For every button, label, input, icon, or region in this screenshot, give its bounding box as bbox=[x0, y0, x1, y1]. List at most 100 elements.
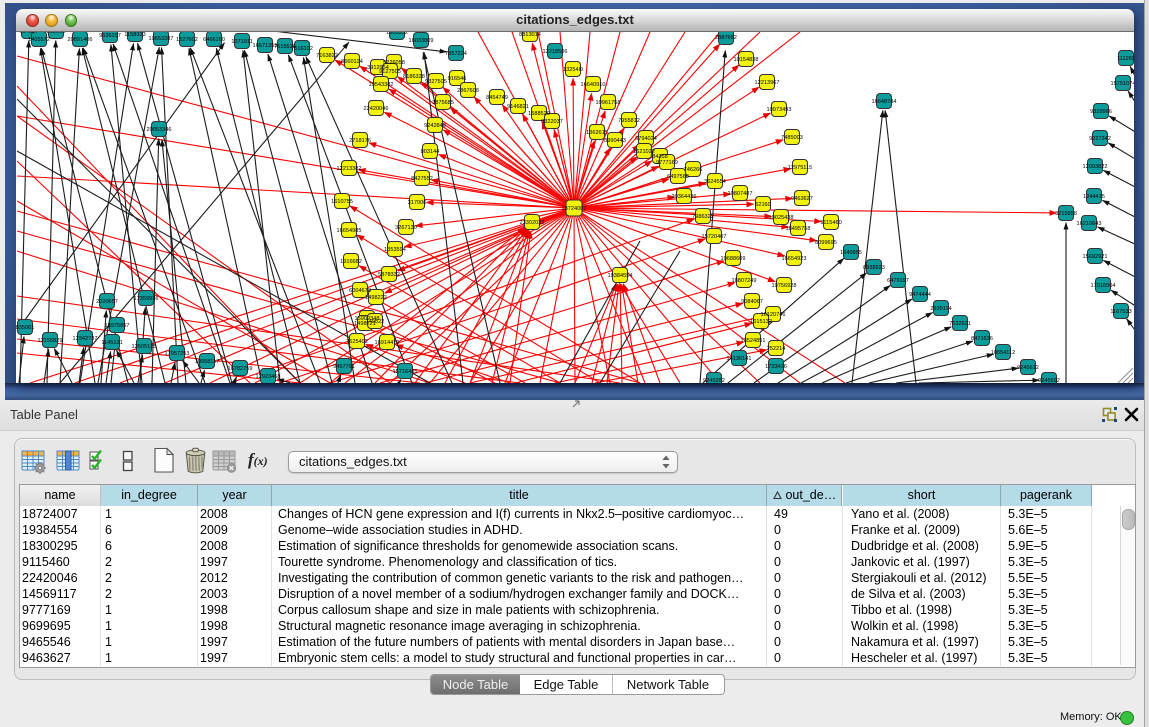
svg-text:1640955: 1640955 bbox=[840, 250, 862, 256]
svg-text:17957253: 17957253 bbox=[165, 351, 190, 357]
svg-text:18724007: 18724007 bbox=[562, 206, 587, 212]
svg-text:2887682: 2887682 bbox=[715, 35, 737, 41]
svg-text:15751074: 15751074 bbox=[1111, 81, 1134, 87]
svg-text:9146821: 9146821 bbox=[507, 104, 529, 110]
svg-text:6794024: 6794024 bbox=[635, 136, 657, 142]
svg-text:15692921: 15692921 bbox=[1083, 254, 1108, 260]
svg-text:16648784: 16648784 bbox=[872, 99, 897, 105]
svg-text:62160: 62160 bbox=[755, 202, 771, 208]
svg-text:317006: 317006 bbox=[408, 200, 427, 206]
svg-text:1405572: 1405572 bbox=[28, 37, 50, 43]
svg-text:10154838: 10154838 bbox=[734, 57, 759, 63]
svg-text:7625402: 7625402 bbox=[346, 339, 368, 345]
svg-text:2718176: 2718176 bbox=[349, 138, 371, 144]
svg-text:9777169: 9777169 bbox=[656, 160, 678, 166]
svg-text:9127505: 9127505 bbox=[379, 69, 401, 75]
svg-text:7632621: 7632621 bbox=[949, 321, 971, 327]
svg-text:16914479: 16914479 bbox=[375, 340, 400, 346]
svg-text:10807487: 10807487 bbox=[728, 191, 753, 197]
svg-text:12342737: 12342737 bbox=[73, 336, 98, 342]
svg-text:9242848: 9242848 bbox=[424, 123, 446, 129]
svg-text:8471636: 8471636 bbox=[971, 336, 993, 342]
svg-text:8322037: 8322037 bbox=[541, 119, 563, 125]
svg-text:9227342: 9227342 bbox=[1089, 136, 1111, 142]
svg-text:2020657: 2020657 bbox=[96, 299, 118, 305]
svg-text:12093822: 12093822 bbox=[1083, 164, 1108, 170]
svg-text:18495758: 18495758 bbox=[786, 226, 811, 232]
svg-text:17359936: 17359936 bbox=[134, 296, 159, 302]
svg-text:6466160: 6466160 bbox=[203, 37, 225, 43]
svg-text:12156829: 12156829 bbox=[38, 338, 63, 344]
svg-text:18807249: 18807249 bbox=[732, 278, 757, 284]
svg-text:8186328: 8186328 bbox=[403, 74, 425, 80]
svg-text:1145131: 1145131 bbox=[101, 340, 122, 346]
svg-text:746266: 746266 bbox=[684, 167, 703, 173]
svg-text:2867608: 2867608 bbox=[457, 88, 479, 94]
svg-text:10958117: 10958117 bbox=[195, 359, 219, 365]
svg-text:15720407: 15720407 bbox=[702, 234, 727, 240]
svg-text:10025438: 10025438 bbox=[769, 215, 794, 221]
svg-text:10961758: 10961758 bbox=[596, 100, 621, 106]
svg-text:13975857: 13975857 bbox=[105, 323, 130, 329]
svg-text:5878332: 5878332 bbox=[378, 272, 400, 278]
svg-text:149822: 149822 bbox=[366, 319, 385, 325]
svg-text:12923468: 12923468 bbox=[256, 374, 281, 380]
svg-text:6497568: 6497568 bbox=[667, 174, 689, 180]
svg-text:916546: 916546 bbox=[448, 76, 467, 82]
svg-text:1244415: 1244415 bbox=[1083, 194, 1105, 200]
svg-text:1362615: 1362615 bbox=[586, 130, 608, 136]
svg-text:12218506: 12218506 bbox=[543, 49, 568, 55]
svg-text:8813014: 8813014 bbox=[519, 32, 541, 38]
svg-text:16654985: 16654985 bbox=[337, 228, 362, 234]
svg-text:3215958: 3215958 bbox=[1055, 211, 1077, 217]
svg-text:3624554: 3624554 bbox=[704, 179, 726, 185]
svg-text:7163822: 7163822 bbox=[316, 53, 338, 59]
svg-text:9329966: 9329966 bbox=[1090, 109, 1112, 115]
svg-text:12975115: 12975115 bbox=[788, 165, 812, 171]
svg-text:9457791: 9457791 bbox=[333, 364, 355, 370]
svg-text:14136141: 14136141 bbox=[727, 356, 752, 362]
svg-text:1916682: 1916682 bbox=[340, 259, 362, 265]
svg-text:3875685: 3875685 bbox=[432, 100, 454, 106]
svg-text:1353594: 1353594 bbox=[384, 247, 406, 253]
svg-text:19756928: 19756928 bbox=[772, 283, 797, 289]
svg-text:17016504: 17016504 bbox=[1091, 283, 1116, 289]
svg-text:104637: 104637 bbox=[20, 32, 39, 35]
svg-text:9463627: 9463627 bbox=[791, 196, 813, 202]
svg-text:6004678: 6004678 bbox=[349, 288, 371, 294]
svg-text:1588520: 1588520 bbox=[528, 111, 550, 117]
svg-text:16033809: 16033809 bbox=[409, 38, 434, 44]
svg-text:12505135: 12505135 bbox=[132, 344, 157, 350]
svg-text:7516102: 7516102 bbox=[291, 46, 313, 52]
svg-text:23302035: 23302035 bbox=[520, 220, 545, 226]
svg-text:7857224: 7857224 bbox=[445, 51, 467, 57]
svg-text:835061: 835061 bbox=[16, 325, 34, 331]
svg-text:16654923: 16654923 bbox=[782, 256, 807, 262]
svg-text:10653287: 10653287 bbox=[149, 36, 174, 42]
svg-text:1071911: 1071911 bbox=[231, 39, 252, 45]
svg-text:1610755: 1610755 bbox=[331, 199, 353, 205]
svg-text:10973493: 10973493 bbox=[767, 107, 792, 113]
svg-text:252214: 252214 bbox=[767, 346, 786, 352]
svg-text:9115460: 9115460 bbox=[820, 220, 841, 226]
svg-text:9245612: 9245612 bbox=[1017, 365, 1039, 371]
svg-text:9474444: 9474444 bbox=[909, 292, 931, 298]
svg-text:8454749: 8454749 bbox=[486, 95, 508, 101]
svg-text:8990443: 8990443 bbox=[604, 138, 626, 144]
svg-text:8099695: 8099695 bbox=[815, 240, 837, 246]
svg-text:9084067: 9084067 bbox=[741, 299, 763, 305]
svg-text:8660124: 8660124 bbox=[341, 59, 363, 65]
svg-text:1527602: 1527602 bbox=[176, 37, 198, 43]
svg-text:9536157: 9536157 bbox=[99, 33, 121, 39]
svg-text:8427552: 8427552 bbox=[411, 176, 433, 182]
svg-text:16782759: 16782759 bbox=[228, 366, 253, 372]
svg-text:1498222: 1498222 bbox=[365, 295, 387, 301]
svg-text:6479197: 6479197 bbox=[887, 278, 909, 284]
svg-text:3267130: 3267130 bbox=[395, 225, 417, 231]
svg-text:16640910: 16640910 bbox=[581, 82, 606, 88]
svg-text:15716485: 15716485 bbox=[393, 369, 418, 375]
svg-text:13254l9: 13254l9 bbox=[563, 67, 583, 73]
svg-text:1615132: 1615132 bbox=[750, 319, 772, 325]
svg-text:20053346: 20053346 bbox=[147, 127, 172, 133]
svg-text:12213382: 12213382 bbox=[337, 166, 362, 172]
